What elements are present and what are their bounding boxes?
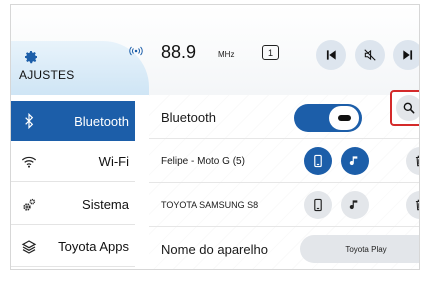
phone-profile-button[interactable] xyxy=(304,147,332,175)
preset-number[interactable]: 1 xyxy=(262,45,279,60)
radio-frequency: 88.9 xyxy=(161,42,197,62)
device-name: TOYOTA SAMSUNG S8 xyxy=(161,200,259,210)
wifi-icon xyxy=(21,156,37,168)
music-note-icon xyxy=(349,156,358,166)
device-row[interactable]: Felipe - Moto G (5) xyxy=(149,139,419,183)
settings-screen: AJUSTES 88.9 MHz 1 Bluetooth Wi-Fi Siste… xyxy=(10,4,420,270)
radio-signal-icon xyxy=(129,46,143,56)
sidebar-item-sistema[interactable]: Sistema xyxy=(11,185,135,225)
settings-sidebar: Bluetooth Wi-Fi Sistema Toyota Apps xyxy=(11,95,149,269)
next-track-button[interactable] xyxy=(393,40,419,70)
delete-device-button[interactable] xyxy=(406,191,419,219)
device-name-button[interactable]: Toyota Play xyxy=(300,235,419,263)
sidebar-item-label: Wi-Fi xyxy=(98,154,129,169)
device-name-row: Nome do aparelho Toyota Play xyxy=(149,227,419,269)
media-profile-button[interactable] xyxy=(341,147,369,175)
music-note-icon xyxy=(349,200,358,210)
gear-icon xyxy=(25,51,37,64)
search-icon xyxy=(403,102,415,114)
sidebar-item-bluetooth[interactable]: Bluetooth xyxy=(11,101,135,141)
toyota-apps-icon xyxy=(21,239,37,254)
mute-icon xyxy=(364,49,376,61)
settings-title: AJUSTES xyxy=(19,68,75,82)
toggle-knob xyxy=(329,106,359,130)
search-button-circle xyxy=(396,95,419,121)
smartphone-icon xyxy=(314,154,322,168)
sidebar-item-toyota-apps[interactable]: Toyota Apps xyxy=(11,227,135,267)
device-row[interactable]: TOYOTA SAMSUNG S8 xyxy=(149,183,419,227)
sidebar-item-label: Toyota Apps xyxy=(58,239,129,254)
bluetooth-settings-panel: Bluetooth Felipe - Moto G (5) TOYOTA SAM… xyxy=(149,95,419,269)
header-bar: AJUSTES 88.9 MHz 1 xyxy=(11,5,419,95)
bluetooth-toggle[interactable] xyxy=(294,104,362,132)
gears-icon xyxy=(23,198,36,211)
trash-icon xyxy=(415,199,419,211)
skip-previous-icon xyxy=(326,50,336,60)
mute-button[interactable] xyxy=(355,40,385,70)
trash-icon xyxy=(415,155,419,167)
smartphone-icon xyxy=(314,198,322,212)
bluetooth-icon xyxy=(25,113,34,129)
bluetooth-toggle-row: Bluetooth xyxy=(149,95,419,139)
device-name: Felipe - Moto G (5) xyxy=(161,155,245,167)
media-profile-button[interactable] xyxy=(341,191,369,219)
delete-device-button[interactable] xyxy=(406,147,419,175)
sidebar-item-label: Bluetooth xyxy=(74,113,129,129)
device-name-label: Nome do aparelho xyxy=(161,241,268,257)
sidebar-item-wifi[interactable]: Wi-Fi xyxy=(11,142,135,182)
search-devices-button[interactable] xyxy=(390,90,419,126)
bluetooth-label: Bluetooth xyxy=(161,109,216,125)
phone-profile-button[interactable] xyxy=(304,191,332,219)
skip-next-icon xyxy=(403,50,413,60)
previous-track-button[interactable] xyxy=(316,40,346,70)
radio-band: MHz xyxy=(218,50,235,59)
sidebar-item-label: Sistema xyxy=(82,197,129,212)
